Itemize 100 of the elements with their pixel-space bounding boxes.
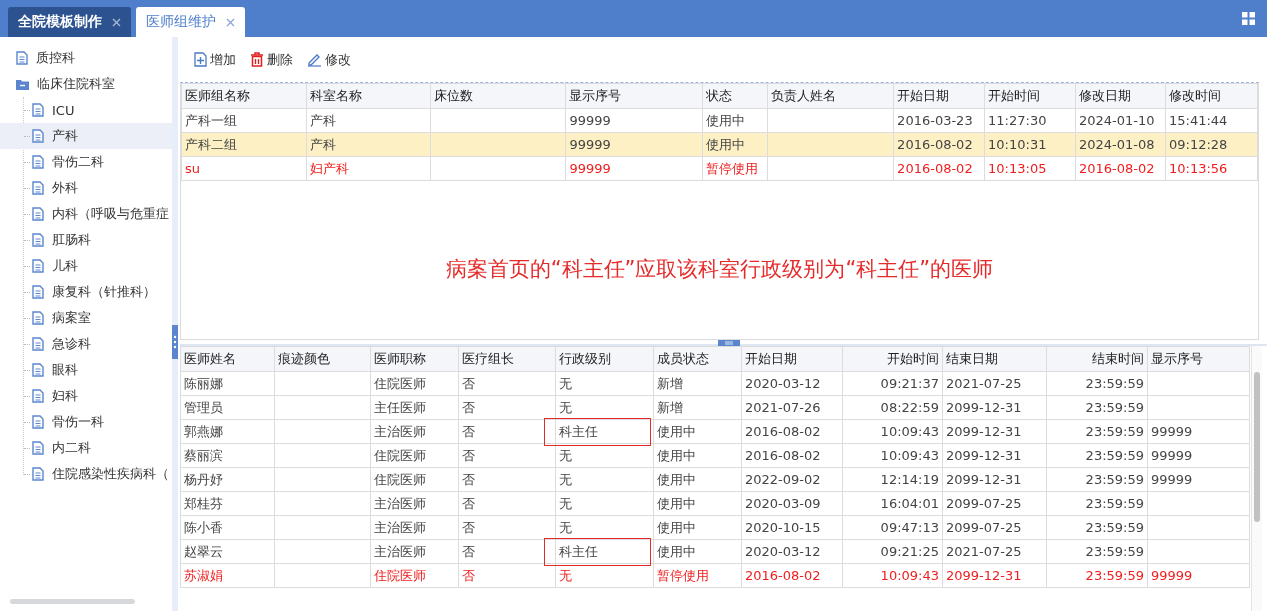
- table-cell: 23:59:59: [1046, 563, 1148, 588]
- table-cell: 否: [458, 467, 556, 492]
- document-icon: [32, 207, 44, 221]
- table-cell: 使用中: [653, 539, 742, 564]
- table-cell: 23:59:59: [1046, 515, 1148, 540]
- table-cell: 否: [458, 443, 556, 468]
- table-cell: 2099-12-31: [942, 395, 1047, 420]
- table-cell: 99999: [1147, 443, 1250, 468]
- table-cell: 09:21:25: [842, 539, 943, 564]
- column-header[interactable]: 结束日期: [942, 346, 1047, 372]
- table-cell: 99999: [1147, 563, 1250, 588]
- column-header[interactable]: 科室名称: [306, 83, 431, 109]
- tree-item[interactable]: 产科: [0, 123, 172, 149]
- tree-item[interactable]: 内二科: [0, 435, 172, 461]
- tab[interactable]: 全院模板制作: [8, 7, 131, 37]
- tree-item[interactable]: 临床住院科室: [0, 71, 172, 97]
- table-cell: 住院医师: [370, 467, 459, 492]
- table-cell: 住院医师: [370, 563, 459, 588]
- table-cell: 23:59:59: [1046, 371, 1148, 396]
- tab[interactable]: 医师组维护: [136, 7, 245, 37]
- tree-item[interactable]: 肛肠科: [0, 227, 172, 253]
- table-cell: 否: [458, 419, 556, 444]
- tree-item[interactable]: ICU: [0, 97, 172, 123]
- document-icon: [32, 285, 44, 299]
- column-header[interactable]: 成员状态: [653, 346, 742, 372]
- toolbar-button[interactable]: 增加: [194, 52, 236, 67]
- toolbar-button[interactable]: 修改: [307, 52, 351, 67]
- column-header[interactable]: 开始时间: [984, 83, 1076, 109]
- document-icon: [16, 51, 28, 65]
- table-cell: 否: [458, 491, 556, 516]
- table-cell: 无: [555, 491, 654, 516]
- table-cell: 否: [458, 539, 556, 564]
- tree-item[interactable]: 病案室: [0, 305, 172, 331]
- table-cell: 10:09:43: [842, 443, 943, 468]
- table-cell: 使用中: [653, 467, 742, 492]
- table-cell: 23:59:59: [1046, 419, 1148, 444]
- tree-item[interactable]: 康复科（针推科）: [0, 279, 172, 305]
- column-header[interactable]: 开始日期: [893, 83, 985, 109]
- column-header[interactable]: 行政级别: [555, 346, 654, 372]
- table-cell: 09:47:13: [842, 515, 943, 540]
- tree-item[interactable]: 儿科: [0, 253, 172, 279]
- column-header[interactable]: 痕迹颜色: [274, 346, 371, 372]
- table-cell: 2020-10-15: [741, 515, 843, 540]
- table-cell: 10:13:05: [984, 156, 1076, 181]
- table-cell: 2099-07-25: [942, 491, 1047, 516]
- column-header[interactable]: 开始日期: [741, 346, 843, 372]
- column-header[interactable]: 修改日期: [1075, 83, 1166, 109]
- table-cell: 23:59:59: [1046, 539, 1148, 564]
- scrollbar[interactable]: [10, 599, 135, 604]
- column-header[interactable]: 医师姓名: [180, 346, 275, 372]
- table-cell: 主任医师: [370, 395, 459, 420]
- table-cell: 08:22:59: [842, 395, 943, 420]
- document-icon: [32, 103, 44, 117]
- close-icon[interactable]: [112, 17, 121, 27]
- column-header[interactable]: 床位数: [430, 83, 566, 109]
- tree-item[interactable]: 内科（呼吸与危重症: [0, 201, 172, 227]
- table-cell: 99999: [565, 156, 703, 181]
- splitter-handle[interactable]: [718, 340, 740, 346]
- table-cell: 10:09:43: [842, 563, 943, 588]
- column-header[interactable]: 开始时间: [842, 346, 943, 372]
- column-header[interactable]: 负责人姓名: [767, 83, 894, 109]
- table-cell: 2024-01-10: [1075, 108, 1166, 133]
- column-header[interactable]: 医师组名称: [181, 83, 307, 109]
- column-header[interactable]: 修改时间: [1165, 83, 1258, 109]
- document-icon: [32, 441, 44, 455]
- table-cell: 15:41:44: [1165, 108, 1258, 133]
- table-cell: 主治医师: [370, 539, 459, 564]
- table-cell: 2016-03-23: [893, 108, 985, 133]
- column-header[interactable]: 结束时间: [1046, 346, 1148, 372]
- column-header[interactable]: 显示序号: [565, 83, 703, 109]
- tree-item[interactable]: 住院感染性疾病科（: [0, 461, 172, 487]
- tree-item[interactable]: 骨伤二科: [0, 149, 172, 175]
- trash-icon: [250, 52, 264, 67]
- pencil-icon: [307, 52, 322, 67]
- document-icon: [32, 415, 44, 429]
- table-cell: 新增: [653, 371, 742, 396]
- table-cell: 2021-07-25: [942, 371, 1047, 396]
- grid-icon[interactable]: [1242, 12, 1255, 25]
- table-cell: 2021-07-26: [741, 395, 843, 420]
- tree-item[interactable]: 妇科: [0, 383, 172, 409]
- table-cell: 使用中: [653, 419, 742, 444]
- document-icon: [32, 337, 44, 351]
- table-cell: 无: [555, 371, 654, 396]
- close-icon[interactable]: [226, 17, 235, 27]
- column-header[interactable]: 医师职称: [370, 346, 459, 372]
- column-header[interactable]: 医疗组长: [458, 346, 556, 372]
- tree-item[interactable]: 急诊科: [0, 331, 172, 357]
- table-cell: 2024-01-08: [1075, 132, 1166, 157]
- table-cell: 郑桂芬: [180, 491, 275, 516]
- table-cell: 使用中: [653, 515, 742, 540]
- tree-item[interactable]: 骨伤一科: [0, 409, 172, 435]
- tree-item[interactable]: 外科: [0, 175, 172, 201]
- tree-item[interactable]: 眼科: [0, 357, 172, 383]
- toolbar-button[interactable]: 删除: [250, 52, 293, 67]
- column-header[interactable]: 状态: [702, 83, 768, 109]
- scrollbar-thumb[interactable]: [1254, 372, 1260, 522]
- column-header[interactable]: 显示序号: [1147, 346, 1250, 372]
- table-cell: 使用中: [702, 108, 768, 133]
- table-cell: 2020-03-12: [741, 371, 843, 396]
- tree-item[interactable]: 质控科: [0, 45, 172, 71]
